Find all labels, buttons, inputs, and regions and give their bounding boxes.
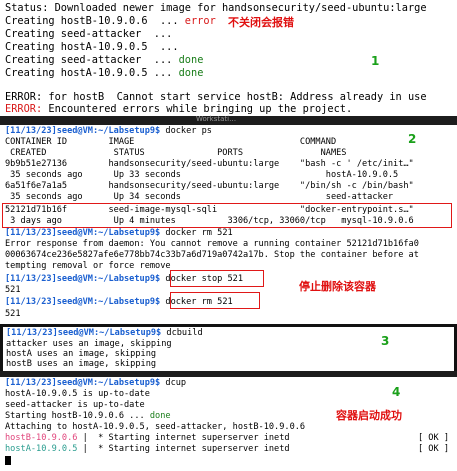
command-line-dcup: [11/13/23]seed@VM:~/Labsetup9$ dcup bbox=[5, 378, 187, 388]
done-word: done bbox=[178, 54, 204, 66]
table-header: CREATED STATUS PORTS NAMES bbox=[5, 148, 347, 158]
table-header: CONTAINER ID IMAGE COMMAND bbox=[5, 137, 337, 147]
terminal-panel-compose-up-error: Status: Downloaded newer image for hands… bbox=[0, 0, 457, 121]
annotation-no-close-error: 不关闭会报错 bbox=[228, 16, 294, 29]
log-host-name: hostA-10.9.0.5 bbox=[5, 444, 78, 454]
table-row: 9b9b51e27136 handsonsecurity/seed-ubuntu… bbox=[5, 159, 414, 169]
ok-status: [ OK ] bbox=[417, 433, 449, 443]
command-line-dcbuild: [11/13/23]seed@VM:~/Labsetup9$ dcbuild bbox=[6, 328, 203, 338]
table-row: 35 seconds ago Up 34 seconds seed-attack… bbox=[5, 192, 394, 202]
container-log-line: hostB-10.9.0.6 | * Starting internet sup… bbox=[5, 433, 290, 443]
log-host-name: hostB-10.9.0.6 bbox=[5, 433, 78, 443]
error-response-line: 00063674ce236e5827afe6e778bb74c33b7a6d71… bbox=[5, 250, 419, 260]
created-attacker-line: Creating seed-attacker ... done bbox=[5, 54, 204, 66]
command-output: 521 bbox=[5, 285, 21, 295]
error-word: error bbox=[184, 15, 216, 27]
error-prefix: ERROR: bbox=[5, 103, 43, 115]
shell-prompt: [11/13/23]seed@VM:~/Labsetup9$ bbox=[5, 274, 161, 284]
terminal-panel-dcbuild: [11/13/23]seed@VM:~/Labsetup9$ dcbuild a… bbox=[0, 327, 457, 371]
error-response-line: Error response from daemon: You cannot r… bbox=[5, 239, 419, 249]
table-row: 6a51f6e7a1a5 handsonsecurity/seed-ubuntu… bbox=[5, 181, 414, 191]
terminal-panel-dcup: [11/13/23]seed@VM:~/Labsetup9$ dcup host… bbox=[0, 377, 457, 471]
shell-prompt: [11/13/23]seed@VM:~/Labsetup9$ bbox=[5, 378, 161, 388]
build-output-line: hostB uses an image, skipping bbox=[6, 359, 157, 369]
created-hosta-line: Creating hostA-10.9.0.5 ... done bbox=[5, 67, 204, 79]
creating-hostb-line: Creating hostB-10.9.0.6 ... error bbox=[5, 15, 216, 27]
annotation-container-started: 容器启动成功 bbox=[336, 409, 402, 422]
dcup-output-line: seed-attacker is up-to-date bbox=[5, 400, 145, 410]
shell-prompt: [11/13/23]seed@VM:~/Labsetup9$ bbox=[5, 297, 161, 307]
workstation-tab-label: Workstati… bbox=[196, 115, 237, 123]
dcup-output-line: Starting hostB-10.9.0.6 ... done bbox=[5, 411, 171, 421]
command-line-docker-rm: [11/13/23]seed@VM:~/Labsetup9$ docker rm… bbox=[5, 228, 233, 238]
error-hostb-line: ERROR: for hostB Cannot start service ho… bbox=[5, 91, 427, 103]
container-log-line: hostA-10.9.0.5 | * Starting internet sup… bbox=[5, 444, 290, 454]
dcup-output-line: hostA-10.9.0.5 is up-to-date bbox=[5, 389, 150, 399]
error-project-line: ERROR: Encountered errors while bringing… bbox=[5, 103, 353, 115]
step-number-1: 1 bbox=[371, 54, 380, 68]
terminal-cursor bbox=[5, 456, 11, 465]
step-number-4: 4 bbox=[392, 385, 401, 399]
annotation-stop-remove-container: 停止删除该容器 bbox=[299, 280, 376, 293]
error-response-line: tempting removal or force remove bbox=[5, 261, 171, 271]
window-tab-strip: Workstati… bbox=[0, 115, 457, 125]
command-output: 521 bbox=[5, 309, 21, 319]
done-word: done bbox=[149, 411, 171, 421]
highlight-stop-command-box bbox=[170, 270, 264, 287]
creating-attacker-line: Creating seed-attacker ... bbox=[5, 28, 173, 40]
highlight-mysql-container-box bbox=[2, 203, 452, 228]
dcup-output-line: Attaching to hostA-10.9.0.5, seed-attack… bbox=[5, 422, 306, 432]
ok-status: [ OK ] bbox=[417, 444, 449, 454]
status-line: Status: Downloaded newer image for hands… bbox=[5, 2, 427, 14]
terminal-panel-docker-ps: [11/13/23]seed@VM:~/Labsetup9$ docker ps… bbox=[0, 125, 457, 324]
highlight-rm-command-box bbox=[170, 292, 260, 309]
done-word: done bbox=[178, 67, 204, 79]
table-row: 35 seconds ago Up 33 seconds hostA-10.9.… bbox=[5, 170, 399, 180]
shell-prompt: [11/13/23]seed@VM:~/Labsetup9$ bbox=[5, 228, 161, 238]
command-line-docker-ps: [11/13/23]seed@VM:~/Labsetup9$ docker ps bbox=[5, 126, 212, 136]
step-number-3: 3 bbox=[381, 334, 390, 348]
build-output-line: attacker uses an image, skipping bbox=[6, 339, 172, 349]
step-number-2: 2 bbox=[408, 132, 417, 146]
build-output-line: hostA uses an image, skipping bbox=[6, 349, 157, 359]
shell-prompt: [11/13/23]seed@VM:~/Labsetup9$ bbox=[6, 328, 162, 338]
creating-hosta-line: Creating hostA-10.9.0.5 ... bbox=[5, 41, 179, 53]
shell-prompt: [11/13/23]seed@VM:~/Labsetup9$ bbox=[5, 126, 161, 136]
